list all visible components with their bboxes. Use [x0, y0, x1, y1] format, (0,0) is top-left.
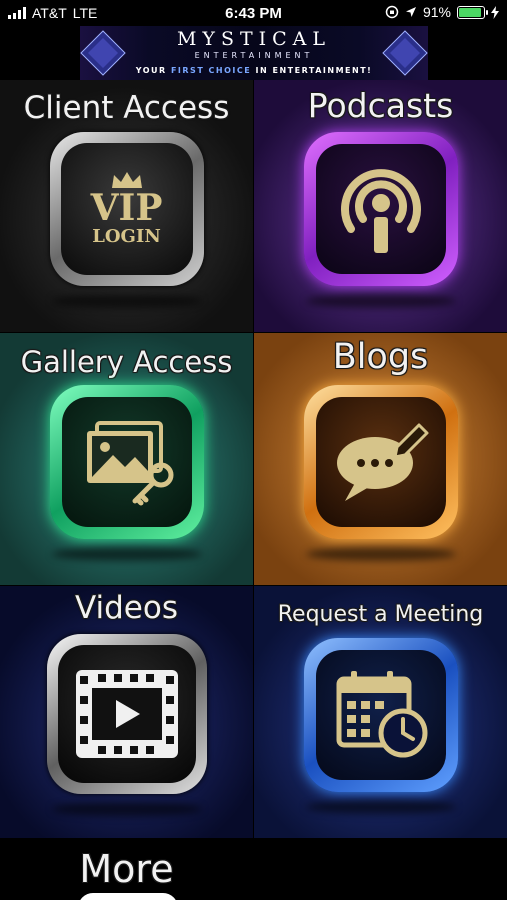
battery-percent: 91%	[422, 4, 451, 20]
videos-label: Videos	[74, 590, 178, 626]
podcast-icon	[340, 169, 421, 253]
icon-shadow	[51, 802, 202, 816]
more-icon-top	[78, 893, 178, 900]
client-access-tile[interactable]: Client Access VIP LOGIN	[0, 80, 253, 332]
request-meeting-label: Request a Meeting	[277, 602, 484, 627]
status-bar: AT&T LTE 6:43 PM 91%	[0, 0, 507, 26]
tagline-part: IN ENTERTAINMENT!	[255, 66, 373, 75]
more-label: More	[79, 847, 174, 891]
vip-text: VIP	[90, 187, 163, 229]
network-label: LTE	[72, 5, 98, 21]
blogs-label: Blogs	[332, 337, 429, 377]
vip-login-icon: VIP LOGIN	[49, 132, 204, 286]
calendar-clock-icon	[336, 671, 427, 758]
orientation-lock-icon	[385, 5, 399, 19]
tagline-part: YOUR	[135, 66, 167, 75]
gallery-key-icon	[86, 421, 173, 506]
gallery-access-tile[interactable]: Gallery Access	[0, 333, 253, 585]
brand-subtitle: ENTERTAINMENT	[194, 51, 314, 60]
brand-banner: MYSTICAL ENTERTAINMENT YOUR FIRST CHOICE…	[80, 26, 428, 80]
icon-shadow	[51, 294, 202, 308]
signal-icon	[8, 7, 26, 19]
more-tile[interactable]: More	[0, 839, 253, 900]
podcast-icon-button	[303, 132, 458, 286]
gallery-access-label: Gallery Access	[20, 345, 233, 379]
status-left: AT&T LTE	[8, 5, 97, 21]
icon-shadow	[305, 800, 456, 814]
brand-tagline: YOUR FIRST CHOICE IN ENTERTAINMENT!	[80, 66, 428, 75]
charging-icon	[491, 5, 499, 19]
blogs-tile[interactable]: Blogs	[254, 333, 507, 585]
icon-shadow	[305, 294, 456, 308]
icon-shadow	[51, 547, 202, 561]
status-right: 91%	[385, 4, 499, 20]
brand-title: MYSTICAL	[176, 28, 332, 50]
client-access-label: Client Access	[23, 90, 230, 126]
login-text: LOGIN	[92, 226, 161, 247]
location-icon	[405, 7, 416, 17]
film-play-icon	[75, 670, 178, 758]
blogs-icon-button	[303, 385, 458, 539]
carrier-label: AT&T	[32, 5, 67, 21]
videos-icon-button	[46, 634, 207, 794]
podcasts-label: Podcasts	[307, 86, 454, 125]
chat-pencil-icon	[336, 423, 428, 501]
meeting-icon-button	[303, 638, 458, 792]
empty-tile	[254, 839, 507, 900]
request-meeting-tile[interactable]: Request a Meeting	[254, 586, 507, 838]
tagline-highlight: FIRST CHOICE	[170, 66, 252, 75]
podcasts-tile[interactable]: Podcasts	[254, 80, 507, 332]
battery-icon	[457, 5, 488, 19]
videos-tile[interactable]: Videos	[0, 586, 253, 838]
icon-shadow	[305, 547, 456, 561]
gallery-icon-button	[49, 385, 204, 539]
